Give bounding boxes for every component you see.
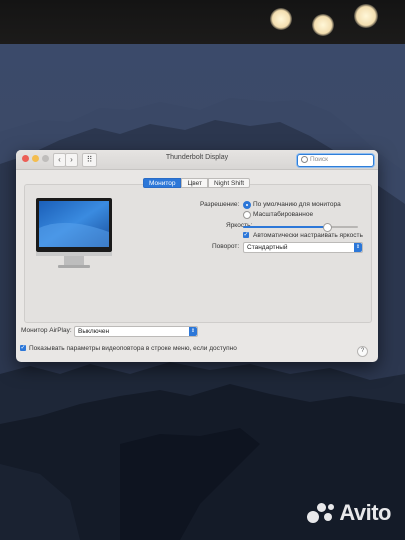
mirroring-checkbox[interactable]: ✓ [20,345,26,351]
avito-logo-icon [307,501,335,525]
search-placeholder: Поиск [310,156,329,163]
mirroring-label: Показывать параметры видеоповтора в стро… [29,345,237,352]
rotation-label: Поворот: [212,243,240,250]
auto-brightness-label: Автоматически настраивать яркость [253,232,363,239]
search-icon [301,156,308,163]
resolution-scaled-label: Масштабированное [253,211,314,218]
display-preferences-window: ‹ › ⠿ Thunderbolt Display Поиск Монитор … [16,150,378,362]
airplay-label: Монитор AirPlay: [21,327,72,334]
bokeh-light [270,8,292,30]
rotation-value: Стандартный [247,244,288,251]
brightness-slider-fill [243,226,327,228]
resolution-default-radio[interactable] [243,201,251,209]
chevron-up-down-icon: ⇕ [189,327,197,336]
help-button[interactable]: ? [357,346,368,357]
airplay-select[interactable]: Выключен ⇕ [74,326,198,337]
avito-wordmark: Avito [339,500,391,525]
bokeh-light [354,4,378,28]
tab-monitor[interactable]: Монитор [143,178,182,188]
resolution-scaled-radio[interactable] [243,211,251,219]
tab-night-shift[interactable]: Night Shift [208,178,251,188]
brightness-slider-knob[interactable] [322,223,332,232]
bokeh-light [312,14,334,36]
rotation-select[interactable]: Стандартный ⇕ [243,242,363,253]
avito-watermark: Avito [307,500,391,526]
brightness-slider[interactable] [243,223,358,232]
photo-top-area [0,0,405,44]
tab-bar: Монитор Цвет Night Shift [143,178,251,188]
chevron-up-down-icon: ⇕ [354,243,362,252]
airplay-value: Выключен [78,328,110,335]
resolution-label: Разрешение: [200,201,240,208]
auto-brightness-checkbox[interactable]: ✓ [243,232,249,238]
search-field[interactable]: Поиск [297,154,374,167]
resolution-default-label: По умолчанию для монитора [253,201,341,208]
display-monitor-icon [36,198,112,268]
tab-color[interactable]: Цвет [181,178,209,188]
title-bar: ‹ › ⠿ Thunderbolt Display Поиск [16,150,378,170]
